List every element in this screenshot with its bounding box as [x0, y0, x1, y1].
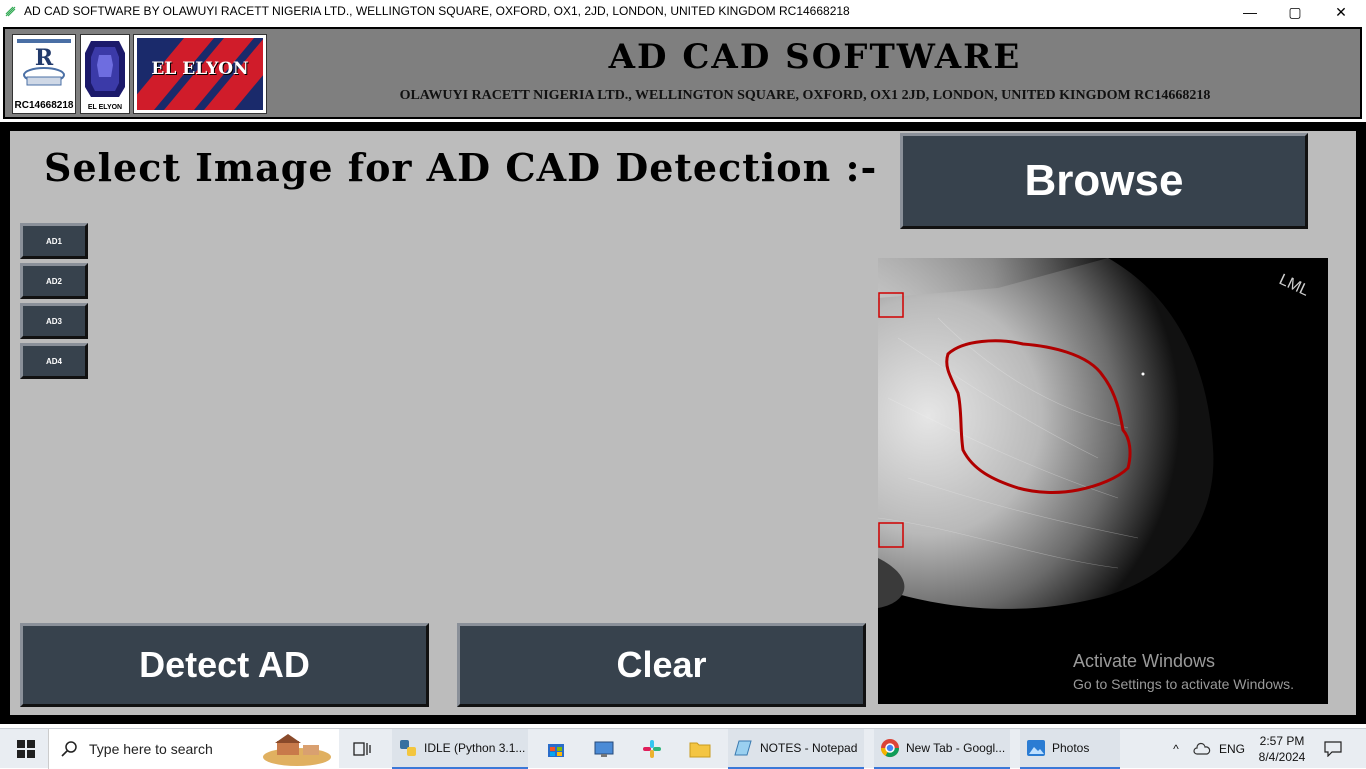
- search-icon: [61, 741, 77, 757]
- activate-windows-title: Activate Windows: [1073, 651, 1216, 671]
- taskbar-app-label: IDLE (Python 3.1...: [424, 741, 526, 755]
- close-button[interactable]: ✕: [1318, 0, 1364, 24]
- mammogram-image: LML Activate Windows Go to Settings to a…: [878, 258, 1328, 704]
- language-indicator[interactable]: ENG: [1219, 729, 1245, 769]
- slack-icon: [643, 740, 661, 758]
- window-title: AD CAD SOFTWARE BY OLAWUYI RACETT NIGERI…: [24, 4, 850, 18]
- activate-windows-subtitle: Go to Settings to activate Windows.: [1073, 676, 1294, 692]
- windows-logo-icon: [17, 740, 35, 758]
- notifications-button[interactable]: [1322, 729, 1344, 769]
- clock[interactable]: 2:57 PM 8/4/2024: [1250, 729, 1314, 769]
- select-image-label: Select Image for AD CAD Detection :-: [44, 145, 878, 190]
- logo1-caption: RC14668218: [14, 100, 74, 111]
- control-panel-icon: [594, 741, 614, 757]
- ad1-button[interactable]: AD1: [20, 223, 88, 259]
- logo2-caption: EL ELYON: [87, 104, 123, 111]
- crest-icon: R: [17, 39, 71, 86]
- folder-icon: [689, 742, 711, 758]
- maximize-button[interactable]: ▢: [1272, 0, 1318, 24]
- mammogram-graphic: LML: [878, 258, 1328, 704]
- search-highlight-icon: [263, 734, 331, 766]
- window-titlebar: AD CAD SOFTWARE BY OLAWUYI RACETT NIGERI…: [0, 0, 1366, 24]
- el-elyon-banner-logo: EL ELYON: [133, 34, 267, 114]
- taskbar-file-explorer-button[interactable]: [686, 729, 714, 769]
- logo3-text: EL ELYON: [151, 59, 249, 79]
- chevron-up-icon: ^: [1173, 742, 1179, 756]
- taskbar-app-label: NOTES - Notepad: [760, 741, 858, 755]
- taskbar-slack-button[interactable]: [638, 729, 666, 769]
- windows-taskbar: Type here to search IDLE (Python 3.1...: [0, 728, 1366, 769]
- chrome-icon: [881, 739, 899, 758]
- detect-ad-button[interactable]: Detect AD: [20, 623, 429, 707]
- python-icon: [400, 740, 416, 756]
- clock-date: 8/4/2024: [1258, 750, 1306, 764]
- taskbar-control-panel-button[interactable]: [590, 729, 618, 769]
- photos-icon: [1027, 740, 1045, 756]
- taskbar-app-notepad[interactable]: NOTES - Notepad: [728, 729, 864, 769]
- app-header: R RC14668218 EL ELYON EL ELYON AD CAD SO…: [3, 27, 1362, 119]
- show-hidden-icons-button[interactable]: ^: [1168, 729, 1184, 769]
- start-button[interactable]: [12, 729, 40, 769]
- racett-logo: R RC14668218: [12, 34, 76, 114]
- taskbar-app-photos[interactable]: Photos: [1020, 729, 1120, 769]
- app-feather-icon: [5, 6, 16, 17]
- main-panel: Select Image for AD CAD Detection :- Bro…: [10, 131, 1356, 715]
- task-view-button[interactable]: [348, 729, 376, 769]
- clear-button[interactable]: Clear: [457, 623, 866, 707]
- app-title: AD CAD SOFTWARE: [608, 37, 1022, 77]
- browse-button[interactable]: Browse: [900, 133, 1308, 229]
- search-placeholder: Type here to search: [89, 741, 213, 757]
- notification-icon: [1324, 741, 1342, 757]
- network-button[interactable]: [1192, 729, 1212, 769]
- taskbar-app-label: Photos: [1052, 741, 1090, 755]
- clock-time: 2:57 PM: [1259, 734, 1305, 748]
- notepad-icon: [734, 740, 752, 756]
- taskbar-app-label: New Tab - Googl...: [906, 741, 1006, 755]
- store-icon: [548, 744, 564, 757]
- ad3-button[interactable]: AD3: [20, 303, 88, 339]
- taskbar-store-button[interactable]: [542, 729, 570, 769]
- ad2-button[interactable]: AD2: [20, 263, 88, 299]
- cloud-network-icon: [1193, 742, 1211, 755]
- taskbar-app-idle[interactable]: IDLE (Python 3.1...: [392, 729, 528, 769]
- ad4-button[interactable]: AD4: [20, 343, 88, 379]
- minimize-button[interactable]: —: [1227, 0, 1273, 24]
- task-view-icon: [353, 742, 371, 756]
- el-elyon-gem-logo: EL ELYON: [80, 34, 130, 114]
- taskbar-search-box[interactable]: Type here to search: [48, 729, 339, 769]
- taskbar-app-chrome[interactable]: New Tab - Googl...: [874, 729, 1010, 769]
- gem-icon: [85, 41, 125, 97]
- company-address: OLAWUYI RACETT NIGERIA LTD., WELLINGTON …: [399, 88, 1211, 103]
- main-frame: Select Image for AD CAD Detection :- Bro…: [0, 122, 1366, 724]
